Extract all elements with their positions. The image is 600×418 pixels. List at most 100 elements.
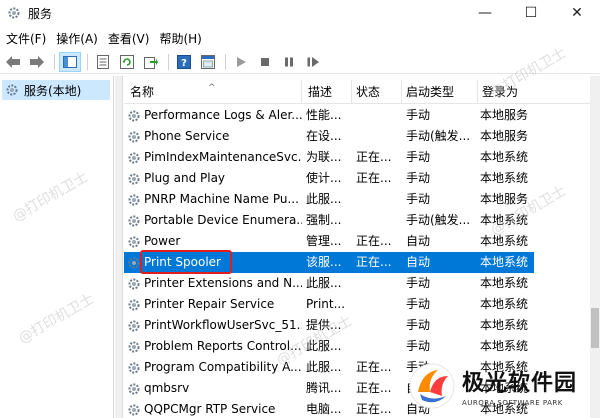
scrollbar-thumb[interactable] (591, 308, 599, 348)
service-gear-icon (126, 402, 142, 418)
table-row[interactable]: Performance Logs & Aler... 性能... 手动 本地服务 (124, 105, 534, 126)
title-bar: 服务 — ☐ ✕ (0, 0, 600, 26)
console-icon[interactable] (197, 52, 219, 72)
sort-ascending-icon: ^ (208, 83, 216, 93)
cell-description: 此服... (306, 192, 342, 206)
column-header-startup-type[interactable]: 启动类型 (402, 80, 478, 104)
service-gear-icon (126, 381, 142, 397)
export-icon[interactable] (140, 52, 162, 72)
help-icon[interactable]: ? (173, 52, 195, 72)
menu-action[interactable]: 操作(A) (54, 30, 104, 47)
cell-service-name: QQPCMgr RTP Service (124, 399, 302, 418)
cell-description: 腾讯... (306, 381, 342, 395)
pane-divider[interactable] (115, 76, 123, 418)
table-row[interactable]: Phone Service 在设... 手动(触发... 本地服务 (124, 126, 534, 147)
refresh-icon[interactable] (116, 52, 138, 72)
table-row[interactable]: PimIndexMaintenanceSvc... 为联... 正在... 手动 本地系… (124, 147, 534, 168)
cell-startup-type: 手动 (406, 339, 431, 353)
toolbar-separator (168, 53, 169, 70)
cell-status: 正在... (356, 171, 392, 185)
table-row[interactable]: Plug and Play 使计... 正在... 手动 本地系统 (124, 168, 534, 189)
services-gear-icon (4, 82, 20, 98)
cell-service-name: Phone Service (124, 126, 302, 147)
menu-help[interactable]: 帮助(H) (157, 30, 207, 47)
cell-status (356, 126, 400, 147)
show-tree-icon[interactable] (59, 51, 81, 72)
service-name-label: qmbsrv (144, 381, 190, 395)
cell-log-on-as: 本地系统 (480, 234, 529, 248)
service-gear-icon (126, 339, 142, 355)
service-gear-icon (126, 129, 142, 145)
cell-status: 正在... (356, 255, 392, 269)
cell-description: 性能... (306, 108, 342, 122)
cell-log-on-as: 本地系统 (480, 255, 529, 269)
table-row-selected[interactable]: Print Spooler 该服... 正在... 自动 本地系统 (124, 250, 534, 274)
service-gear-icon (126, 192, 142, 208)
tree-item-services-local[interactable]: 服务(本地) (2, 80, 110, 100)
back-icon[interactable] (2, 52, 24, 72)
table-row[interactable]: Power 管理... 正在... 自动 本地系统 (124, 231, 534, 252)
forward-icon[interactable] (26, 52, 48, 72)
cell-startup-type: 手动 (406, 150, 431, 164)
cell-log-on-as: 本地系统 (480, 297, 529, 311)
services-gear-icon (6, 5, 22, 21)
toolbar-separator (225, 53, 226, 70)
svg-text:?: ? (181, 58, 187, 69)
service-gear-icon (126, 150, 142, 166)
stop-service-icon[interactable] (254, 52, 276, 72)
cell-status: 正在... (356, 381, 392, 395)
cell-service-name: qmbsrv (124, 378, 302, 399)
service-name-label: QQPCMgr RTP Service (144, 402, 276, 416)
cell-status: 正在... (356, 360, 392, 374)
cell-service-name: Printer Repair Service (124, 294, 302, 315)
cell-status (356, 336, 400, 357)
cell-log-on-as: 本地系统 (480, 318, 529, 332)
cell-description: 此服... (306, 360, 342, 374)
menu-view[interactable]: 查看(V) (106, 30, 156, 47)
service-gear-icon (126, 297, 142, 313)
service-name-label: PNRP Machine Name Pu... (144, 192, 299, 206)
cell-log-on-as: 本地服务 (480, 129, 529, 143)
cell-description: 电脑... (306, 402, 342, 416)
table-row[interactable]: Portable Device Enumera... 强制... 手动(触发... 本… (124, 210, 534, 231)
column-header-status[interactable]: 状态 (352, 80, 402, 104)
cell-startup-type: 手动(触发... (406, 129, 471, 143)
toolbar-separator (54, 53, 55, 70)
menu-file[interactable]: 文件(F) (4, 30, 52, 47)
console-tree: 服务(本地) (0, 76, 114, 418)
table-row[interactable]: Printer Repair Service Print... 手动 本地系统 (124, 294, 534, 315)
service-name-label: Portable Device Enumera... (144, 213, 302, 227)
service-name-label: Plug and Play (144, 171, 226, 185)
restart-service-icon[interactable] (302, 52, 324, 72)
table-row[interactable]: Printer Extensions and N... 此服... 手动 本地系统 (124, 273, 534, 294)
cell-description: 该服... (306, 255, 342, 269)
column-header-name[interactable]: 名称 ^ (124, 80, 302, 104)
cell-status (356, 189, 400, 210)
service-gear-icon (126, 234, 142, 250)
service-name-label: Power (144, 234, 181, 248)
service-gear-icon (126, 171, 142, 187)
cell-service-name: Performance Logs & Aler... (124, 105, 302, 126)
tree-item-label: 服务(本地) (24, 83, 82, 98)
menu-bar: 文件(F) 操作(A) 查看(V) 帮助(H) (0, 28, 600, 48)
cell-service-name: Program Compatibility A... (124, 357, 302, 378)
table-row[interactable]: PNRP Machine Name Pu... 此服... 手动 本地服务 (124, 189, 534, 210)
cell-log-on-as: 本地系统 (480, 150, 529, 164)
service-gear-icon (126, 213, 142, 229)
vertical-scrollbar[interactable] (590, 76, 600, 418)
properties-icon[interactable] (92, 52, 114, 72)
cell-description: 使计... (306, 171, 342, 185)
window-title: 服务 (28, 6, 53, 21)
maximize-button[interactable]: ☐ (508, 0, 554, 26)
cell-description: 在设... (306, 129, 342, 143)
cell-description: 管理... (306, 234, 342, 248)
close-button[interactable]: ✕ (554, 0, 600, 26)
start-service-icon[interactable] (230, 52, 252, 72)
minimize-button[interactable]: — (462, 0, 508, 26)
cell-service-name: Plug and Play (124, 168, 302, 189)
service-name-label: Phone Service (144, 129, 230, 143)
cell-status: 正在... (356, 402, 392, 416)
column-header-description[interactable]: 描述 (304, 80, 352, 104)
service-name-label: PrintWorkflowUserSvc_51... (144, 318, 302, 332)
pause-service-icon[interactable] (278, 52, 300, 72)
